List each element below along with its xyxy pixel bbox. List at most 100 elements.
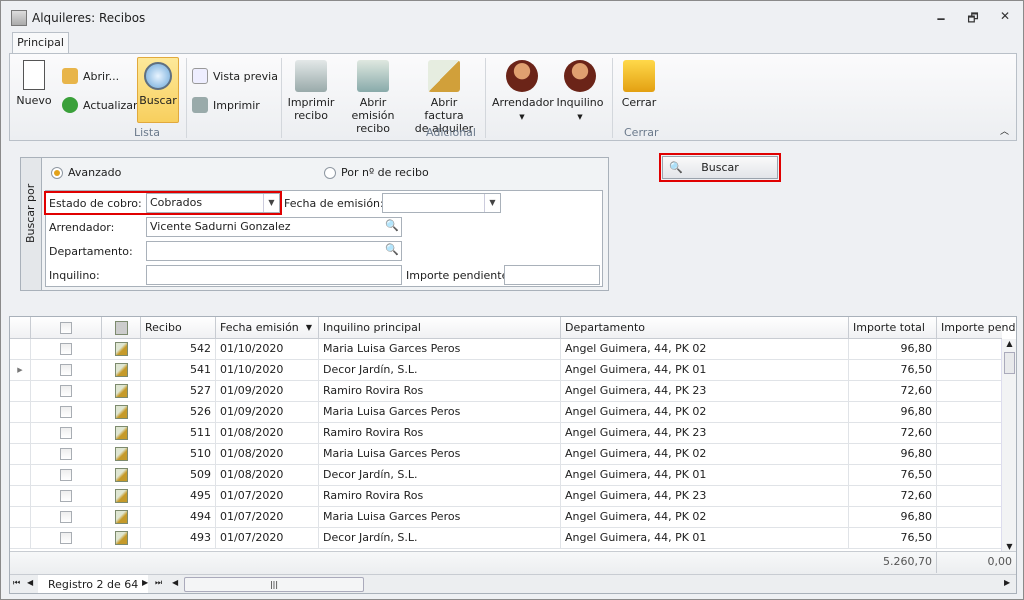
vista-previa-label: Vista previa xyxy=(213,69,278,83)
scroll-left-icon[interactable]: ◀ xyxy=(172,578,178,587)
row-checkbox[interactable] xyxy=(31,339,102,360)
row-checkbox[interactable] xyxy=(31,423,102,444)
cell-recibo: 509 xyxy=(141,465,216,486)
row-indicator[interactable] xyxy=(10,381,31,402)
first-record-icon[interactable]: ⏮ xyxy=(13,578,20,588)
vista-previa-button[interactable]: Vista previa xyxy=(192,68,278,84)
arrendador-value: Vicente Sadurni Gonzalez xyxy=(150,220,291,233)
table-row[interactable]: 494 01/07/2020 Maria Luisa Garces Peros Ang… xyxy=(10,507,1002,528)
next-record-icon[interactable]: ▶ xyxy=(142,578,148,587)
column-recibo[interactable]: Recibo xyxy=(141,317,216,338)
search-icon[interactable]: 🔍 xyxy=(384,243,400,259)
table-row[interactable]: 495 01/07/2020 Ramiro Rovira Ros Angel Guim… xyxy=(10,486,1002,507)
cell-importe-total: 76,50 xyxy=(849,360,937,381)
column-fecha-emision[interactable]: Fecha emisión ▼ xyxy=(216,317,319,338)
importe-pendiente-input[interactable] xyxy=(504,265,600,285)
vertical-scrollbar[interactable]: ▲ ▼ xyxy=(1001,339,1016,551)
row-indicator[interactable] xyxy=(10,528,31,549)
inquilino-dropdown[interactable]: Inquilino ▼ xyxy=(555,60,605,124)
table-row[interactable]: ▶ 541 01/10/2020 Decor Jardín, S.L. Angel Gu… xyxy=(10,360,1002,381)
cerrar-button[interactable]: Cerrar xyxy=(618,60,660,109)
column-inquilino[interactable]: Inquilino principal xyxy=(319,317,561,338)
restore-button[interactable]: 🗗 xyxy=(963,9,983,25)
scroll-right-icon[interactable]: ▶ xyxy=(1004,578,1010,587)
arrendador-dropdown[interactable]: Arrendador ▼ xyxy=(492,60,554,124)
row-indicator[interactable] xyxy=(10,402,31,423)
radio-avanzado[interactable]: Avanzado xyxy=(51,166,121,179)
prev-record-icon[interactable]: ◀ xyxy=(27,578,33,587)
type-column-header[interactable] xyxy=(102,317,141,338)
column-departamento[interactable]: Departamento xyxy=(561,317,849,338)
cell-fecha: 01/09/2020 xyxy=(216,402,319,423)
nuevo-button[interactable]: Nuevo xyxy=(16,60,52,107)
row-checkbox[interactable] xyxy=(31,360,102,381)
row-indicator[interactable] xyxy=(10,444,31,465)
row-checkbox[interactable] xyxy=(31,465,102,486)
scroll-thumb[interactable] xyxy=(1004,352,1015,374)
receipt-icon xyxy=(114,363,128,377)
current-row-indicator-icon[interactable]: ▶ xyxy=(10,360,31,381)
row-checkbox[interactable] xyxy=(31,528,102,549)
imprimir-button[interactable]: Imprimir xyxy=(192,97,260,113)
row-checkbox[interactable] xyxy=(31,402,102,423)
last-record-icon[interactable]: ⏭ xyxy=(155,578,162,588)
abrir-button[interactable]: Abrir... xyxy=(62,68,119,84)
inquilino-input[interactable] xyxy=(146,265,402,285)
table-row[interactable]: 542 01/10/2020 Maria Luisa Garces Peros Ang… xyxy=(10,339,1002,360)
cell-departamento: Angel Guimera, 44, PK 23 xyxy=(561,381,849,402)
row-indicator[interactable] xyxy=(10,507,31,528)
cell-departamento: Angel Guimera, 44, PK 01 xyxy=(561,528,849,549)
column-importe-total[interactable]: Importe total xyxy=(849,317,937,338)
scroll-down-icon[interactable]: ▼ xyxy=(1002,542,1016,551)
receipt-icon xyxy=(114,321,128,335)
departamento-input[interactable]: 🔍 xyxy=(146,241,402,261)
table-row[interactable]: 509 01/08/2020 Decor Jardín, S.L. Angel Gui… xyxy=(10,465,1002,486)
column-importe-pendiente[interactable]: Importe pendiente xyxy=(937,317,1016,338)
collapse-ribbon-icon[interactable]: ︿ xyxy=(1000,124,1009,137)
cell-fecha: 01/10/2020 xyxy=(216,360,319,381)
cell-fecha: 01/08/2020 xyxy=(216,423,319,444)
table-row[interactable]: 511 01/08/2020 Ramiro Rovira Ros Angel Guim… xyxy=(10,423,1002,444)
table-row[interactable]: 526 01/09/2020 Maria Luisa Garces Peros Ang… xyxy=(10,402,1002,423)
cell-fecha: 01/08/2020 xyxy=(216,465,319,486)
row-checkbox[interactable] xyxy=(31,381,102,402)
row-checkbox[interactable] xyxy=(31,486,102,507)
buscar-ribbon-button[interactable]: Buscar xyxy=(137,57,179,123)
select-all-checkbox[interactable] xyxy=(31,317,102,338)
radio-por-recibo[interactable]: Por nº de recibo xyxy=(324,166,429,179)
row-indicator[interactable] xyxy=(10,486,31,507)
table-row[interactable]: 527 01/09/2020 Ramiro Rovira Ros Angel Guim… xyxy=(10,381,1002,402)
arrendador-input[interactable]: Vicente Sadurni Gonzalez 🔍 xyxy=(146,217,402,237)
minimize-button[interactable]: 🗕 xyxy=(931,9,951,25)
tab-principal[interactable]: Principal xyxy=(12,32,69,54)
row-indicator[interactable] xyxy=(10,423,31,444)
imprimir-recibo-button[interactable]: Imprimir recibo xyxy=(286,60,336,122)
row-checkbox[interactable] xyxy=(31,444,102,465)
cell-recibo: 493 xyxy=(141,528,216,549)
row-indicator[interactable] xyxy=(10,465,31,486)
abrir-factura-button[interactable]: Abrir factura de alquiler xyxy=(410,60,478,135)
cell-recibo: 494 xyxy=(141,507,216,528)
importe-pendiente-label: Importe pendiente: xyxy=(406,269,513,282)
actualizar-button[interactable]: Actualizar xyxy=(62,97,138,113)
search-icon[interactable]: 🔍 xyxy=(384,219,400,235)
row-receipt-icon-cell xyxy=(102,486,141,507)
fecha-select[interactable]: ▼ xyxy=(382,193,501,213)
cell-importe-total: 72,60 xyxy=(849,423,937,444)
row-indicator[interactable] xyxy=(10,339,31,360)
abrir-emision-button[interactable]: Abrir emisión recibo xyxy=(340,60,406,135)
scroll-up-icon[interactable]: ▲ xyxy=(1002,339,1016,348)
cell-fecha: 01/07/2020 xyxy=(216,507,319,528)
app-window: Alquileres: Recibos 🗕 🗗 ✕ Principal Nuev… xyxy=(0,0,1024,600)
table-row[interactable]: 510 01/08/2020 Maria Luisa Garces Peros Ang… xyxy=(10,444,1002,465)
table-row[interactable]: 493 01/07/2020 Decor Jardín, S.L. Angel Gui… xyxy=(10,528,1002,549)
title-bar: Alquileres: Recibos xyxy=(11,10,145,26)
label-line: recibo xyxy=(294,109,328,122)
actualizar-label: Actualizar xyxy=(83,98,138,112)
horizontal-scroll-thumb[interactable]: ||| xyxy=(184,577,364,592)
chevron-down-icon[interactable]: ▼ xyxy=(484,194,500,212)
cell-recibo: 527 xyxy=(141,381,216,402)
close-button[interactable]: ✕ xyxy=(995,9,1015,25)
row-checkbox[interactable] xyxy=(31,507,102,528)
inquilino-label: Inquilino: xyxy=(49,269,100,282)
